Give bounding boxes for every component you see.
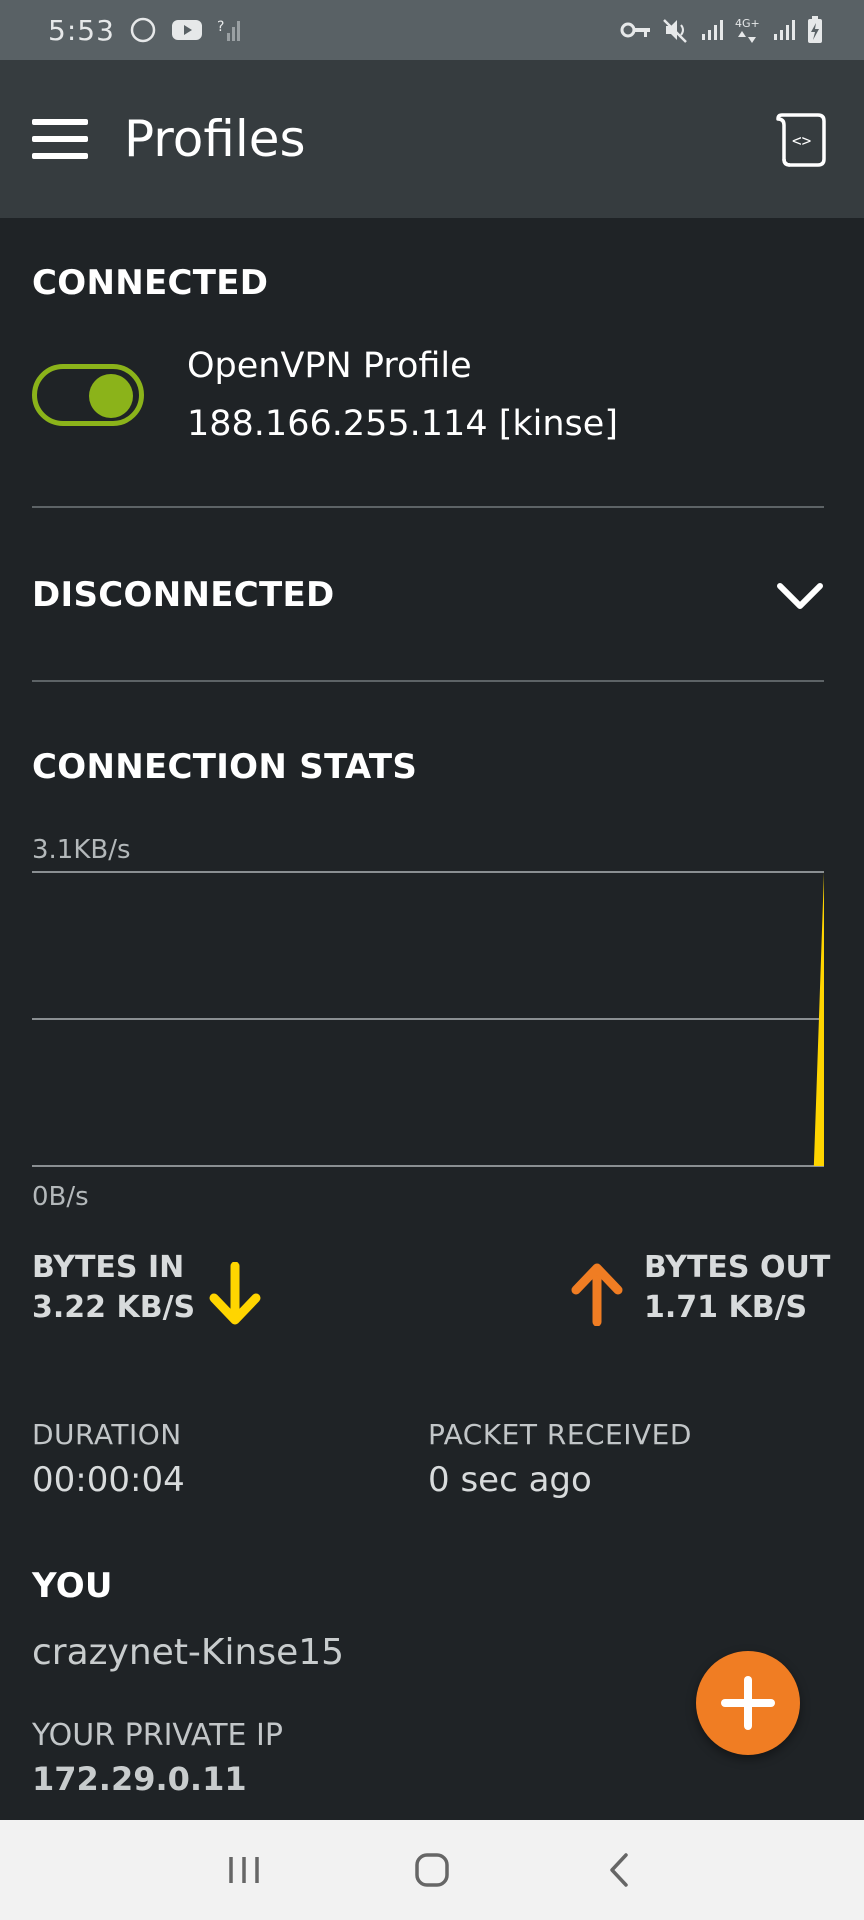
signal-icon — [702, 20, 723, 40]
recents-icon — [229, 1857, 259, 1883]
page-title: Profiles — [124, 110, 306, 168]
user-name: crazynet-Kinse15 — [32, 1632, 345, 1673]
duration-value: 00:00:04 — [32, 1460, 185, 1500]
youtube-icon — [171, 20, 202, 40]
chevron-down-icon[interactable] — [776, 580, 824, 612]
private-ip-value: 172.29.0.11 — [32, 1760, 247, 1798]
circle-icon — [130, 17, 156, 43]
divider — [32, 680, 824, 682]
status-time: 5:53 — [48, 13, 115, 47]
arrow-down-icon — [209, 1262, 261, 1325]
back-button[interactable] — [585, 1840, 655, 1900]
import-profile-icon[interactable]: <> — [772, 109, 832, 169]
profile-name[interactable]: OpenVPN Profile — [187, 346, 472, 386]
battery-charging-icon — [808, 16, 822, 43]
vpn-key-icon — [620, 22, 650, 38]
chart-min-label: 0B/s — [32, 1182, 89, 1212]
packet-received-label: PACKET RECEIVED — [428, 1418, 692, 1451]
duration-label: DURATION — [32, 1418, 182, 1451]
svg-text:?: ? — [217, 19, 224, 35]
divider — [32, 506, 824, 508]
recents-button[interactable] — [209, 1840, 279, 1900]
status-bar: 5:53 ? 4G+ — [0, 0, 864, 60]
app-bar: Profiles <> — [0, 60, 864, 218]
plus-icon — [721, 1676, 775, 1730]
navigation-bar — [0, 1820, 864, 1920]
you-header: YOU — [32, 1566, 113, 1606]
mute-icon — [663, 19, 687, 43]
private-ip-label: YOUR PRIVATE IP — [32, 1718, 283, 1753]
packet-received-value: 0 sec ago — [428, 1460, 592, 1500]
hamburger-menu-icon[interactable] — [32, 119, 88, 159]
bytes-in-label: BYTES IN — [32, 1250, 185, 1285]
data-4g-icon: 4G+ — [735, 17, 760, 43]
connection-stats-header: CONNECTION STATS — [32, 747, 418, 787]
bytes-out-label: BYTES OUT — [644, 1250, 831, 1285]
add-profile-button[interactable] — [696, 1651, 800, 1755]
disconnected-header[interactable]: DISCONNECTED — [32, 575, 335, 615]
home-icon — [415, 1853, 449, 1887]
bytes-in-value: 3.22 KB/S — [32, 1290, 196, 1325]
signal-unknown-icon: ? — [217, 19, 240, 41]
signal-icon — [774, 20, 795, 40]
bytes-out-value: 1.71 KB/S — [644, 1290, 808, 1325]
arrow-up-icon — [571, 1263, 623, 1326]
connected-header: CONNECTED — [32, 263, 269, 303]
svg-text:4G+: 4G+ — [735, 17, 760, 30]
profile-address[interactable]: 188.166.255.114 [kinse] — [187, 404, 618, 444]
traffic-chart — [32, 871, 824, 1167]
svg-text:<>: <> — [792, 131, 811, 150]
back-icon — [610, 1853, 628, 1887]
toggle-knob — [89, 374, 133, 418]
chart-max-label: 3.1KB/s — [32, 835, 131, 865]
profile-toggle[interactable] — [32, 364, 144, 426]
home-button[interactable] — [397, 1840, 467, 1900]
